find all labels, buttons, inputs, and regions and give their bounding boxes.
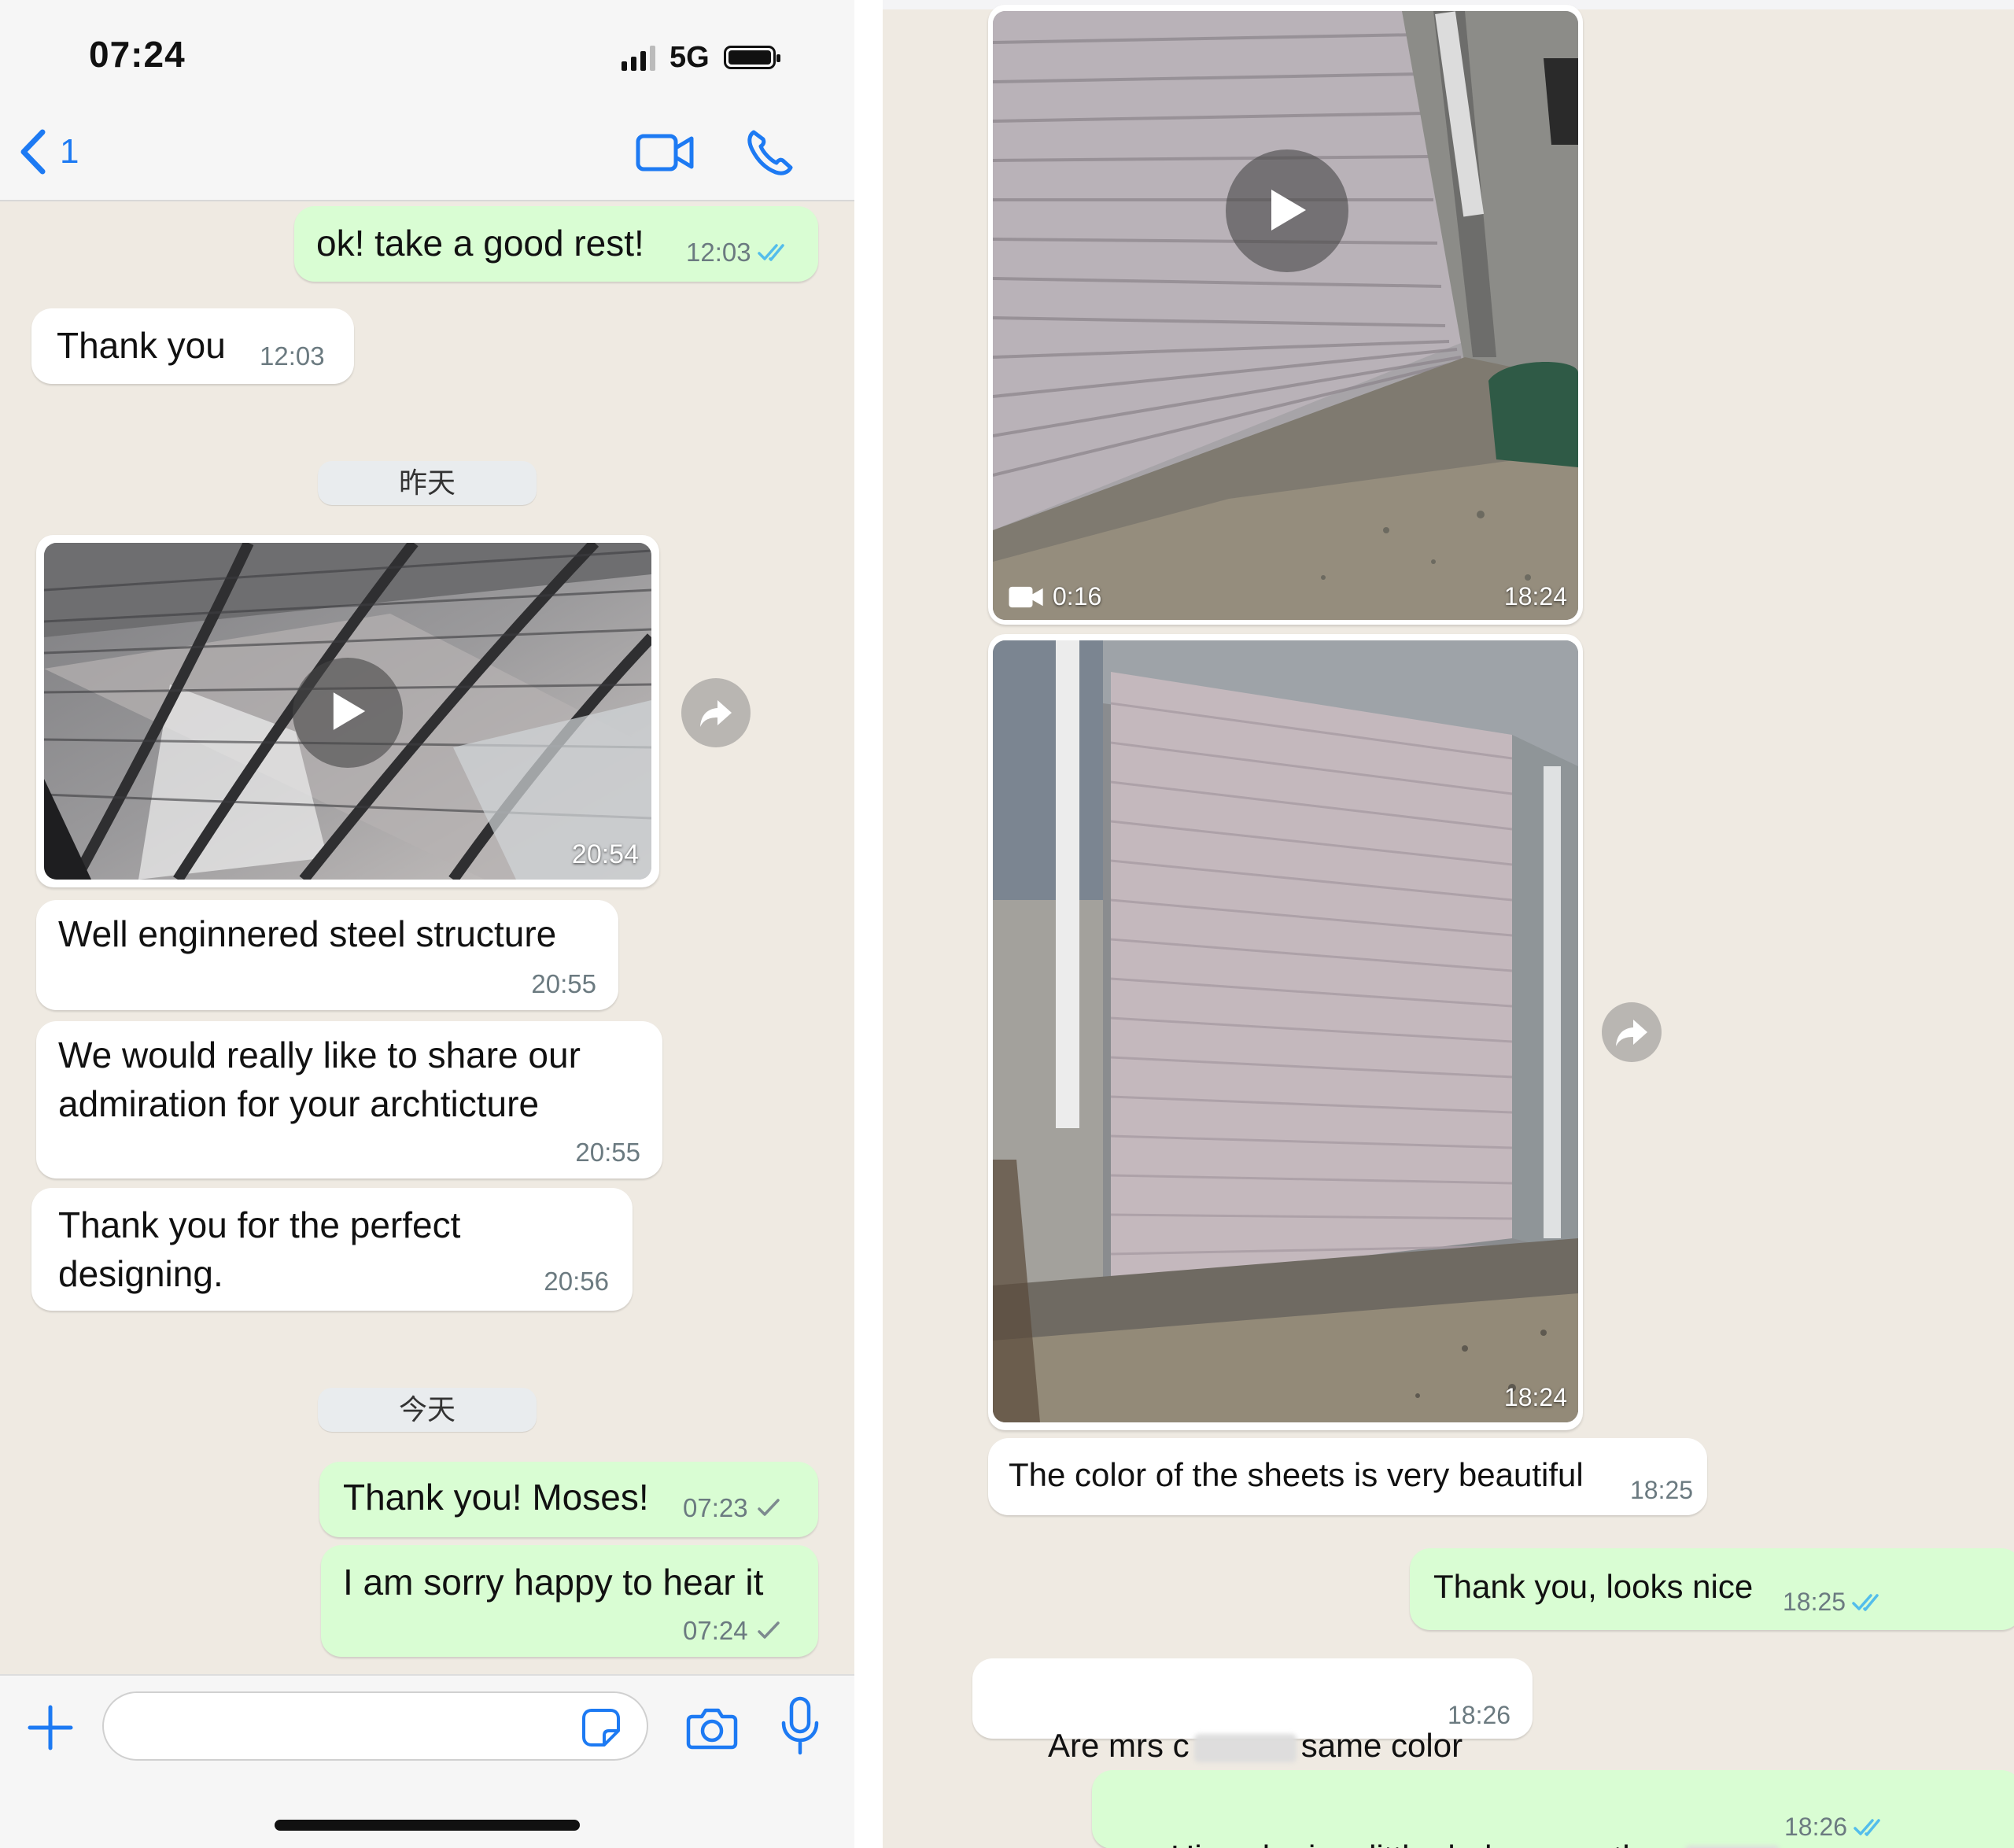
play-icon — [1271, 190, 1306, 231]
message-incoming[interactable]: We would really like to share our admira… — [36, 1021, 662, 1179]
microphone-icon[interactable] — [779, 1696, 821, 1756]
video-thumbnail[interactable]: 0:16 18:24 — [993, 11, 1578, 620]
message-meta: 07:24 — [683, 1616, 788, 1646]
network-label: 5G — [669, 40, 710, 74]
message-outgoing[interactable]: ok! take a good rest! 12:03 — [294, 206, 818, 282]
video-call-icon[interactable] — [636, 131, 694, 175]
message-text: Thank you — [57, 325, 226, 366]
message-text: Thank you for the perfect designing. — [58, 1204, 461, 1294]
message-time: 12:03 — [686, 238, 751, 267]
play-button[interactable] — [1226, 149, 1348, 272]
forward-button[interactable] — [1602, 1002, 1662, 1062]
plus-icon[interactable] — [27, 1704, 74, 1751]
message-input-bar — [0, 1674, 854, 1848]
message-text: We would really like to share our admira… — [58, 1035, 581, 1124]
play-button[interactable] — [293, 658, 403, 768]
message-meta: 18:25 — [1783, 1588, 1885, 1617]
image-thumbnail[interactable]: 18:24 — [993, 640, 1578, 1422]
chat-header: 1 — [0, 110, 854, 201]
message-incoming[interactable]: Well enginnered steel structure 20:55 — [36, 900, 618, 1010]
message-outgoing[interactable]: I am sorry happy to hear it 07:24 — [321, 1545, 818, 1657]
video-message[interactable]: 0:16 18:24 — [988, 5, 1583, 625]
message-time: 18:26 — [1784, 1813, 1848, 1841]
back-chevron-icon — [20, 129, 46, 175]
message-meta: 20:56 — [544, 1267, 609, 1297]
video-thumbnail[interactable]: 20:54 — [44, 543, 651, 880]
video-message[interactable]: 20:54 — [36, 535, 659, 887]
message-time: 12:03 — [260, 341, 325, 371]
status-bar: 07:24 5G — [0, 0, 854, 110]
message-time: 20:55 — [531, 969, 596, 998]
message-text-start: His color is a little darker grey than — [1171, 1839, 1677, 1848]
back-button[interactable]: 1 — [17, 127, 79, 176]
forward-icon — [700, 700, 732, 727]
shutter-door-image — [993, 11, 1578, 620]
message-outgoing[interactable]: Thank you! Moses! 07:23 — [319, 1462, 818, 1537]
left-chat-screenshot: 07:24 5G 1 ok! take a good rest! 12:03 T… — [0, 0, 854, 1848]
double-check-icon — [1854, 1818, 1880, 1836]
battery-icon — [723, 46, 780, 69]
message-text: I am sorry happy to hear it — [343, 1562, 764, 1603]
message-meta: 18:26 — [1448, 1701, 1510, 1730]
phone-call-icon[interactable] — [746, 127, 793, 176]
sticker-icon[interactable] — [581, 1707, 622, 1748]
message-meta: 18:25 — [1630, 1476, 1693, 1505]
home-indicator — [275, 1820, 580, 1831]
video-duration: 0:16 — [1053, 582, 1102, 610]
message-meta: 20:55 — [575, 1138, 640, 1167]
roller-shutter-image — [993, 640, 1578, 1422]
status-time: 07:24 — [89, 34, 186, 75]
video-camera-icon — [1009, 586, 1043, 608]
status-indicators: 5G — [622, 38, 780, 77]
message-incoming[interactable]: Thank you 12:03 — [31, 308, 354, 384]
message-time: 18:25 — [1630, 1476, 1694, 1504]
message-meta: 20:55 — [531, 969, 596, 999]
right-chat-screenshot: 0:16 18:24 18:24 The color of the sheets… — [883, 0, 2014, 1848]
camera-icon[interactable] — [686, 1706, 738, 1750]
message-text: Well enginnered steel structure — [58, 913, 557, 954]
play-icon — [333, 692, 366, 730]
message-incoming[interactable]: Are mrs c same color 18:26 — [972, 1658, 1533, 1764]
message-input[interactable] — [102, 1691, 648, 1761]
message-text: Thank you, looks nice — [1433, 1568, 1754, 1605]
forward-icon — [1616, 1020, 1647, 1046]
message-time: 07:23 — [683, 1493, 748, 1522]
redacted-name — [1193, 1733, 1297, 1762]
video-time: 20:54 — [571, 839, 639, 869]
double-check-icon — [757, 244, 784, 261]
message-text: His color is a little darker grey than — [1116, 1784, 1780, 1848]
video-time: 18:24 — [1503, 582, 1567, 610]
message-text: ok! take a good rest! — [316, 223, 644, 264]
message-time: 18:25 — [1783, 1588, 1846, 1616]
message-outgoing[interactable]: Thank you, looks nice 18:25 — [1410, 1548, 2014, 1630]
signal-icon — [622, 44, 655, 71]
message-text: The color of the sheets is very beautifu… — [1009, 1456, 1584, 1493]
unread-count: 1 — [60, 132, 79, 171]
forward-button[interactable] — [681, 678, 751, 747]
double-check-icon — [1852, 1593, 1879, 1611]
message-time: 07:24 — [683, 1616, 748, 1645]
message-meta: 07:23 — [683, 1493, 788, 1523]
single-check-icon — [757, 1621, 780, 1639]
date-separator: 昨天 — [318, 461, 537, 505]
image-message[interactable]: 18:24 — [988, 634, 1583, 1430]
message-text-start: Are mrs c — [1048, 1727, 1190, 1764]
message-text: Thank you! Moses! — [343, 1477, 649, 1518]
message-meta: 12:03 — [260, 341, 325, 371]
message-meta: 18:26 — [1784, 1813, 1887, 1842]
message-text-end: same color — [1300, 1727, 1463, 1764]
screenshot-divider — [854, 0, 883, 1848]
message-incoming[interactable]: The color of the sheets is very beautifu… — [988, 1438, 1707, 1515]
image-time: 18:24 — [1503, 1383, 1567, 1411]
message-incoming[interactable]: Thank you for the perfect designing. 20:… — [31, 1188, 633, 1311]
message-outgoing[interactable]: His color is a little darker grey than 1… — [1092, 1770, 2014, 1848]
message-time: 20:55 — [575, 1138, 640, 1167]
date-separator: 今天 — [318, 1388, 537, 1432]
single-check-icon — [757, 1499, 780, 1516]
message-time: 20:56 — [544, 1267, 609, 1296]
message-time: 18:26 — [1448, 1701, 1511, 1729]
message-meta: 12:03 — [686, 238, 791, 267]
